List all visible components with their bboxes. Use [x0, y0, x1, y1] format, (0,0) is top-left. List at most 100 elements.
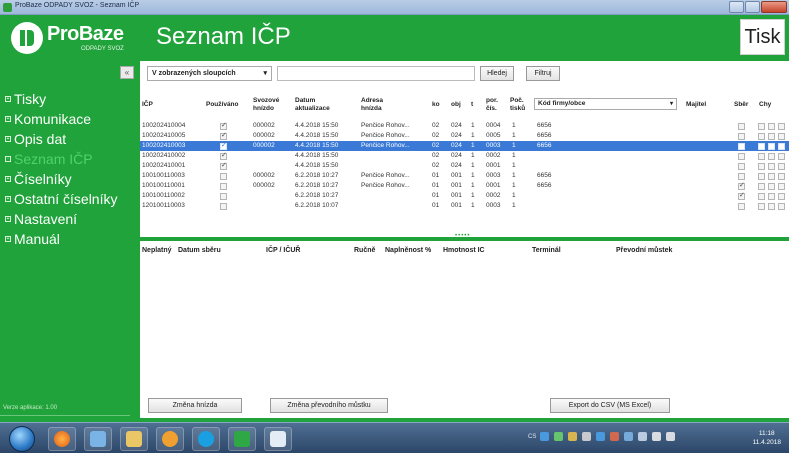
change-bridge-button[interactable]: Změna převodního můstku [270, 398, 388, 413]
table-row[interactable]: 100100110001 000002 6.2.2018 10:27 Penčice … [140, 181, 789, 191]
chy-b-checkbox[interactable] [768, 153, 775, 160]
sber-checkbox[interactable] [738, 203, 745, 210]
sber-checkbox[interactable] [738, 163, 745, 170]
chy-a-checkbox[interactable] [758, 183, 765, 190]
chy-a-checkbox[interactable] [758, 173, 765, 180]
col-majitel[interactable]: Majitel [686, 101, 706, 109]
pouzivano-checkbox[interactable] [220, 173, 227, 180]
network-icon[interactable] [652, 432, 661, 441]
tray-icon[interactable] [638, 432, 647, 441]
taskbar-folder[interactable] [120, 427, 148, 451]
col-adresa-1[interactable]: Adresa [361, 97, 383, 105]
search-input[interactable] [277, 66, 475, 81]
taskbar-explorer[interactable] [84, 427, 112, 451]
col-ko[interactable]: ko [432, 101, 440, 109]
pouzivano-checkbox[interactable] [220, 183, 227, 190]
taskbar-document[interactable] [264, 427, 292, 451]
chy-b-checkbox[interactable] [768, 193, 775, 200]
kod-firmy-select[interactable]: Kód firmy/obce ▾ [534, 98, 677, 110]
chy-c-checkbox[interactable] [778, 153, 785, 160]
chy-b-checkbox[interactable] [768, 163, 775, 170]
chy-b-checkbox[interactable] [768, 173, 775, 180]
taskbar-probaze[interactable] [228, 427, 256, 451]
sidebar-item-manual[interactable]: + Manuál [0, 229, 140, 249]
sidebar-item-ostatni-ciselniky[interactable]: + Ostatní číselníky [0, 189, 140, 209]
maximize-button[interactable] [745, 1, 760, 13]
print-button[interactable]: Tisk [740, 19, 785, 55]
chy-b-checkbox[interactable] [768, 183, 775, 190]
chy-b-checkbox[interactable] [768, 133, 775, 140]
sidebar-item-opis-dat[interactable]: + Opis dat [0, 129, 140, 149]
sidebar-item-komunikace[interactable]: + Komunikace [0, 109, 140, 129]
chy-a-checkbox[interactable] [758, 143, 765, 150]
search-button[interactable]: Hledej [480, 66, 514, 81]
chy-a-checkbox[interactable] [758, 163, 765, 170]
sber-checkbox[interactable] [738, 181, 745, 190]
sber-checkbox[interactable] [738, 143, 745, 150]
tray-icon[interactable] [582, 432, 591, 441]
tray-icon[interactable] [596, 432, 605, 441]
col-sber[interactable]: Sběr [734, 101, 748, 109]
col-pouzivano[interactable]: Používáno [206, 101, 239, 109]
minimize-button[interactable] [729, 1, 744, 13]
sber-checkbox[interactable] [738, 123, 745, 130]
chy-c-checkbox[interactable] [778, 193, 785, 200]
sidebar-item-tisky[interactable]: + Tisky [0, 89, 140, 109]
chy-b-checkbox[interactable] [768, 143, 775, 150]
tray-icon[interactable] [610, 432, 619, 441]
table-row[interactable]: 100100110003 000002 6.2.2018 10:27 Penčice … [140, 171, 789, 181]
change-nest-button[interactable]: Změna hnízda [148, 398, 242, 413]
col-t[interactable]: t [471, 101, 473, 109]
sidebar-item-nastaveni[interactable]: + Nastavení [0, 209, 140, 229]
chy-a-checkbox[interactable] [758, 203, 765, 210]
sber-checkbox[interactable] [738, 153, 745, 160]
detail-col-header[interactable]: IČP / IČUŘ [266, 247, 301, 254]
language-indicator[interactable]: CS [528, 434, 536, 440]
pouzivano-checkbox[interactable] [220, 121, 227, 130]
col-obj[interactable]: obj [451, 101, 461, 109]
table-row[interactable]: 100202410005 000002 4.4.2018 15:50 Penčice … [140, 131, 789, 141]
chy-a-checkbox[interactable] [758, 123, 765, 130]
pouzivano-checkbox[interactable] [220, 203, 227, 210]
chy-c-checkbox[interactable] [778, 173, 785, 180]
tray-icon[interactable] [554, 432, 563, 441]
pouzivano-checkbox[interactable] [220, 161, 227, 170]
table-row[interactable]: 100100110002 6.2.2018 10:27 01 001 1 0002 1 [140, 191, 789, 201]
taskbar-skype[interactable] [192, 427, 220, 451]
sber-checkbox[interactable] [738, 173, 745, 180]
sidebar-item-seznam-icp[interactable]: + Seznam IČP [0, 149, 140, 169]
sber-checkbox[interactable] [738, 191, 745, 200]
detail-col-header[interactable]: Naplněnost % [385, 247, 431, 254]
detail-col-header[interactable]: Ručně [354, 247, 375, 254]
chy-c-checkbox[interactable] [778, 123, 785, 130]
col-por-1[interactable]: por. [486, 97, 498, 105]
col-icp[interactable]: IČP [142, 101, 153, 109]
chy-a-checkbox[interactable] [758, 133, 765, 140]
col-datum-1[interactable]: Datum [295, 97, 315, 105]
table-row[interactable]: 100202410001 4.4.2018 15:50 02 024 1 0001 1 [140, 161, 789, 171]
chy-b-checkbox[interactable] [768, 123, 775, 130]
col-chy[interactable]: Chy [759, 101, 771, 109]
detail-col-header[interactable]: Terminál [532, 247, 561, 254]
tray-icon[interactable] [540, 432, 549, 441]
table-row[interactable]: 100202410004 000002 4.4.2018 15:50 Penčice … [140, 121, 789, 131]
col-svozove-hnizdo-1[interactable]: Svozové [253, 97, 279, 105]
pouzivano-checkbox[interactable] [220, 141, 227, 150]
chy-c-checkbox[interactable] [778, 183, 785, 190]
chy-a-checkbox[interactable] [758, 153, 765, 160]
chy-c-checkbox[interactable] [778, 133, 785, 140]
pane-splitter[interactable] [140, 237, 789, 241]
sber-checkbox[interactable] [738, 133, 745, 140]
sidebar-item-ciselniky[interactable]: + Číselníky [0, 169, 140, 189]
detail-col-header[interactable]: Datum sběru [178, 247, 221, 254]
detail-col-header[interactable]: Neplatný [142, 247, 172, 254]
pouzivano-checkbox[interactable] [220, 131, 227, 140]
tray-icon[interactable] [624, 432, 633, 441]
volume-icon[interactable] [666, 432, 675, 441]
detail-col-header[interactable]: Hmotnost IC [443, 247, 485, 254]
start-button[interactable] [9, 426, 35, 452]
pouzivano-checkbox[interactable] [220, 151, 227, 160]
close-button[interactable] [761, 1, 787, 13]
export-csv-button[interactable]: Export do CSV (MS Excel) [550, 398, 670, 413]
table-row[interactable]: 100202410003 000002 4.4.2018 15:50 Penčice … [140, 141, 789, 151]
